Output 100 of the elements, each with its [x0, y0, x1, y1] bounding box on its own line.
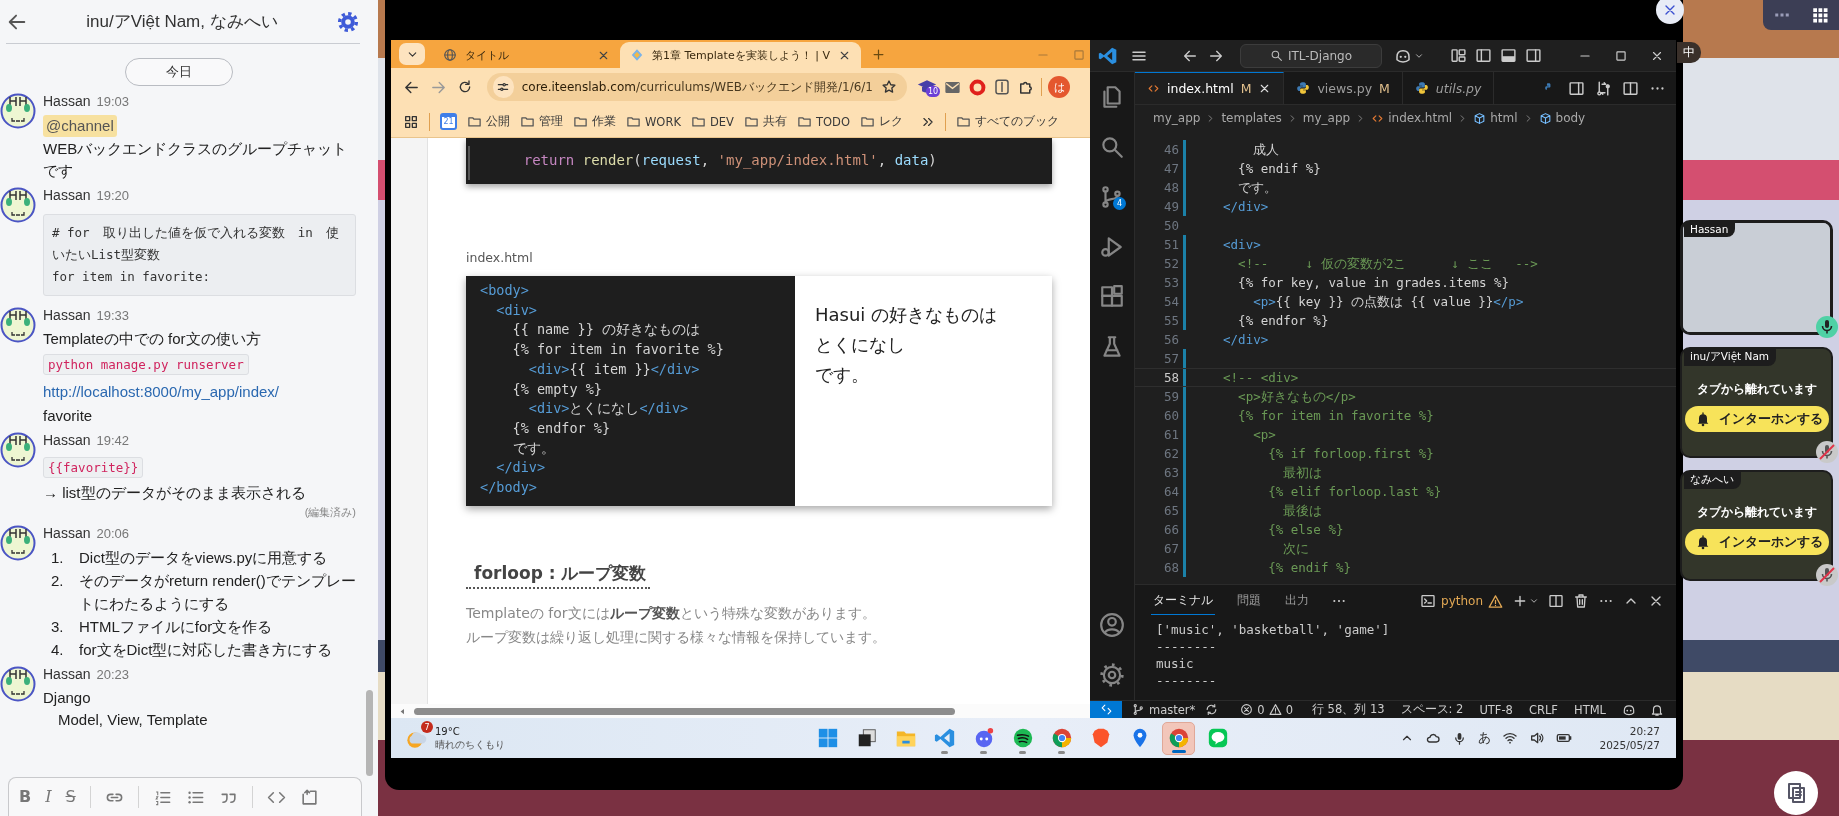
language-status[interactable]: HTML	[1566, 702, 1614, 717]
encoding-status[interactable]: UTF-8	[1471, 702, 1521, 717]
search-field[interactable]: ITL-Django	[1240, 43, 1382, 68]
branch-status[interactable]: master*	[1122, 702, 1227, 717]
calendar-bookmark[interactable]: 21	[440, 113, 457, 130]
line-number: 62	[1162, 445, 1179, 463]
line-number: 58	[1162, 369, 1179, 386]
microphone-button-icon[interactable]	[1815, 315, 1839, 339]
close-button[interactable]	[1656, 0, 1684, 24]
preview-icon[interactable]	[1568, 79, 1585, 97]
site-settings-icon[interactable]	[496, 80, 511, 94]
bookmark-folder[interactable]: WORK	[626, 114, 681, 129]
bottom-panel-icon[interactable]	[1500, 47, 1517, 64]
tab-list-button[interactable]	[399, 43, 425, 65]
compare-icon[interactable]	[1595, 79, 1612, 97]
reload-icon[interactable]	[457, 79, 473, 95]
indent-status[interactable]: スペース: 2	[1392, 702, 1472, 717]
italic-button[interactable]: I	[45, 787, 52, 807]
input-method-indicator[interactable]: あ	[1478, 729, 1492, 747]
extensions-icon[interactable]	[1099, 284, 1125, 310]
panel-tab[interactable]: 出力	[1283, 587, 1311, 615]
bookmark-folder[interactable]: DEV	[690, 114, 734, 129]
bookmark-folder[interactable]: すべてのブック	[955, 114, 1059, 129]
bookmark-folder[interactable]: 管理	[520, 114, 563, 129]
intercom-button[interactable]: インターホンする	[1684, 406, 1829, 432]
code-line: {% else %}	[1267, 521, 1345, 539]
search-icon[interactable]	[1099, 134, 1125, 160]
participant-name: なみへい	[1684, 472, 1741, 489]
link[interactable]: http://localhost:8000/my_app/index/	[43, 379, 279, 405]
browser-icon	[1050, 727, 1073, 749]
speaker-icon[interactable]	[1529, 730, 1546, 746]
account-icon[interactable]	[1099, 612, 1125, 638]
clock[interactable]: 20:27 2025/05/27	[1599, 724, 1660, 752]
panel-tab[interactable]: ターミナル	[1151, 587, 1215, 615]
maximize-icon[interactable]	[1614, 48, 1628, 63]
profile-avatar[interactable]: は	[1048, 76, 1070, 98]
browser-tab[interactable]: 第1章 Templateを実装しよう！ | V	[620, 42, 861, 68]
caret-icon[interactable]	[1529, 596, 1539, 606]
bookmark-folder[interactable]: TODO	[796, 114, 850, 129]
breadcrumb-item[interactable]: body	[1538, 111, 1586, 125]
participant-name: Hassan	[1684, 222, 1736, 237]
run-debug-icon[interactable]	[1099, 234, 1125, 260]
code-line: {% if forloop.first %}	[1267, 445, 1435, 463]
bookmark-folder[interactable]: 公開	[467, 114, 510, 129]
breadcrumb-item[interactable]: html	[1473, 111, 1518, 125]
code-line: {% for key, value in grades.items %}	[1237, 274, 1511, 292]
editor-tab[interactable]: views.py M	[1284, 72, 1403, 104]
bookmark-folder[interactable]: レク	[859, 114, 903, 129]
scroll-left-icon[interactable]	[398, 706, 407, 716]
scrollbar-thumb[interactable]	[414, 707, 955, 715]
remote-button[interactable]	[1090, 701, 1122, 718]
cursor-position[interactable]: 行 58、列 13	[1303, 702, 1393, 717]
bookmark-folder[interactable]: 作業	[573, 114, 616, 129]
bold-button[interactable]: B	[19, 787, 32, 807]
split-terminal-icon[interactable]	[1548, 593, 1564, 609]
new-tab-icon[interactable]	[870, 47, 886, 62]
message-time: 20:06	[96, 526, 129, 541]
editor-tab[interactable]: index.html M	[1135, 72, 1285, 104]
code-line: <div>	[1222, 236, 1262, 254]
line-ending-status[interactable]: CRLF	[1520, 702, 1566, 717]
chat-title: inu/アViệt Nam, なみへい	[85, 11, 279, 33]
error-icon	[1240, 703, 1254, 716]
ring-icon[interactable]	[968, 77, 987, 97]
browser-icon	[1167, 727, 1190, 749]
browser-tab[interactable]: タイトル	[433, 42, 620, 68]
split-editor-icon[interactable]	[1622, 79, 1639, 97]
settings-icon[interactable]	[336, 9, 360, 34]
new-terminal-icon[interactable]	[1512, 593, 1528, 609]
count-badge: 10	[926, 86, 941, 97]
warning-icon	[1268, 703, 1282, 716]
address-bar[interactable]: core.iteenslab.com/curriculums/WEBバックエンド開発/1/6/1	[487, 73, 907, 101]
notifications-icon[interactable]	[1650, 702, 1664, 717]
upload-icon[interactable]	[299, 787, 319, 807]
wifi-icon[interactable]	[1502, 730, 1519, 746]
grid-view-icon[interactable]	[1811, 6, 1829, 24]
mention-tag: @channel	[43, 115, 117, 137]
strikethrough-button[interactable]: S	[65, 787, 76, 807]
trash-icon[interactable]	[1573, 593, 1589, 609]
breadcrumb-item[interactable]: my_app	[1153, 111, 1201, 125]
breadcrumb-item[interactable]: index.html	[1371, 111, 1453, 125]
sound-waves-icon	[1011, 727, 1034, 749]
intercom-button[interactable]: インターホンする	[1684, 529, 1829, 555]
settings-icon[interactable]	[1099, 662, 1125, 688]
right-sidebar-icon[interactable]	[1525, 47, 1542, 64]
scrollbar-thumb[interactable]	[366, 690, 373, 776]
line-number: 68	[1162, 559, 1179, 577]
author-name: Hassan	[43, 666, 91, 682]
editor-tab[interactable]: utils.py	[1402, 72, 1495, 104]
apps-grid-icon[interactable]	[403, 113, 419, 130]
problems-status[interactable]: 0 0	[1226, 702, 1301, 717]
left-sidebar-icon[interactable]	[1475, 47, 1492, 64]
code-line: </div>	[1222, 331, 1270, 349]
bookmark-folder[interactable]: 共有	[743, 114, 787, 129]
code-line: </body>	[480, 478, 538, 498]
breadcrumb-item[interactable]: my_app	[1302, 111, 1351, 125]
layout-icon[interactable]	[1450, 47, 1467, 64]
star-icon[interactable]	[881, 79, 897, 95]
shield-icon[interactable]	[993, 78, 1011, 96]
panel-tab[interactable]: 問題	[1235, 587, 1263, 615]
breadcrumb-item[interactable]: templates	[1221, 111, 1282, 125]
